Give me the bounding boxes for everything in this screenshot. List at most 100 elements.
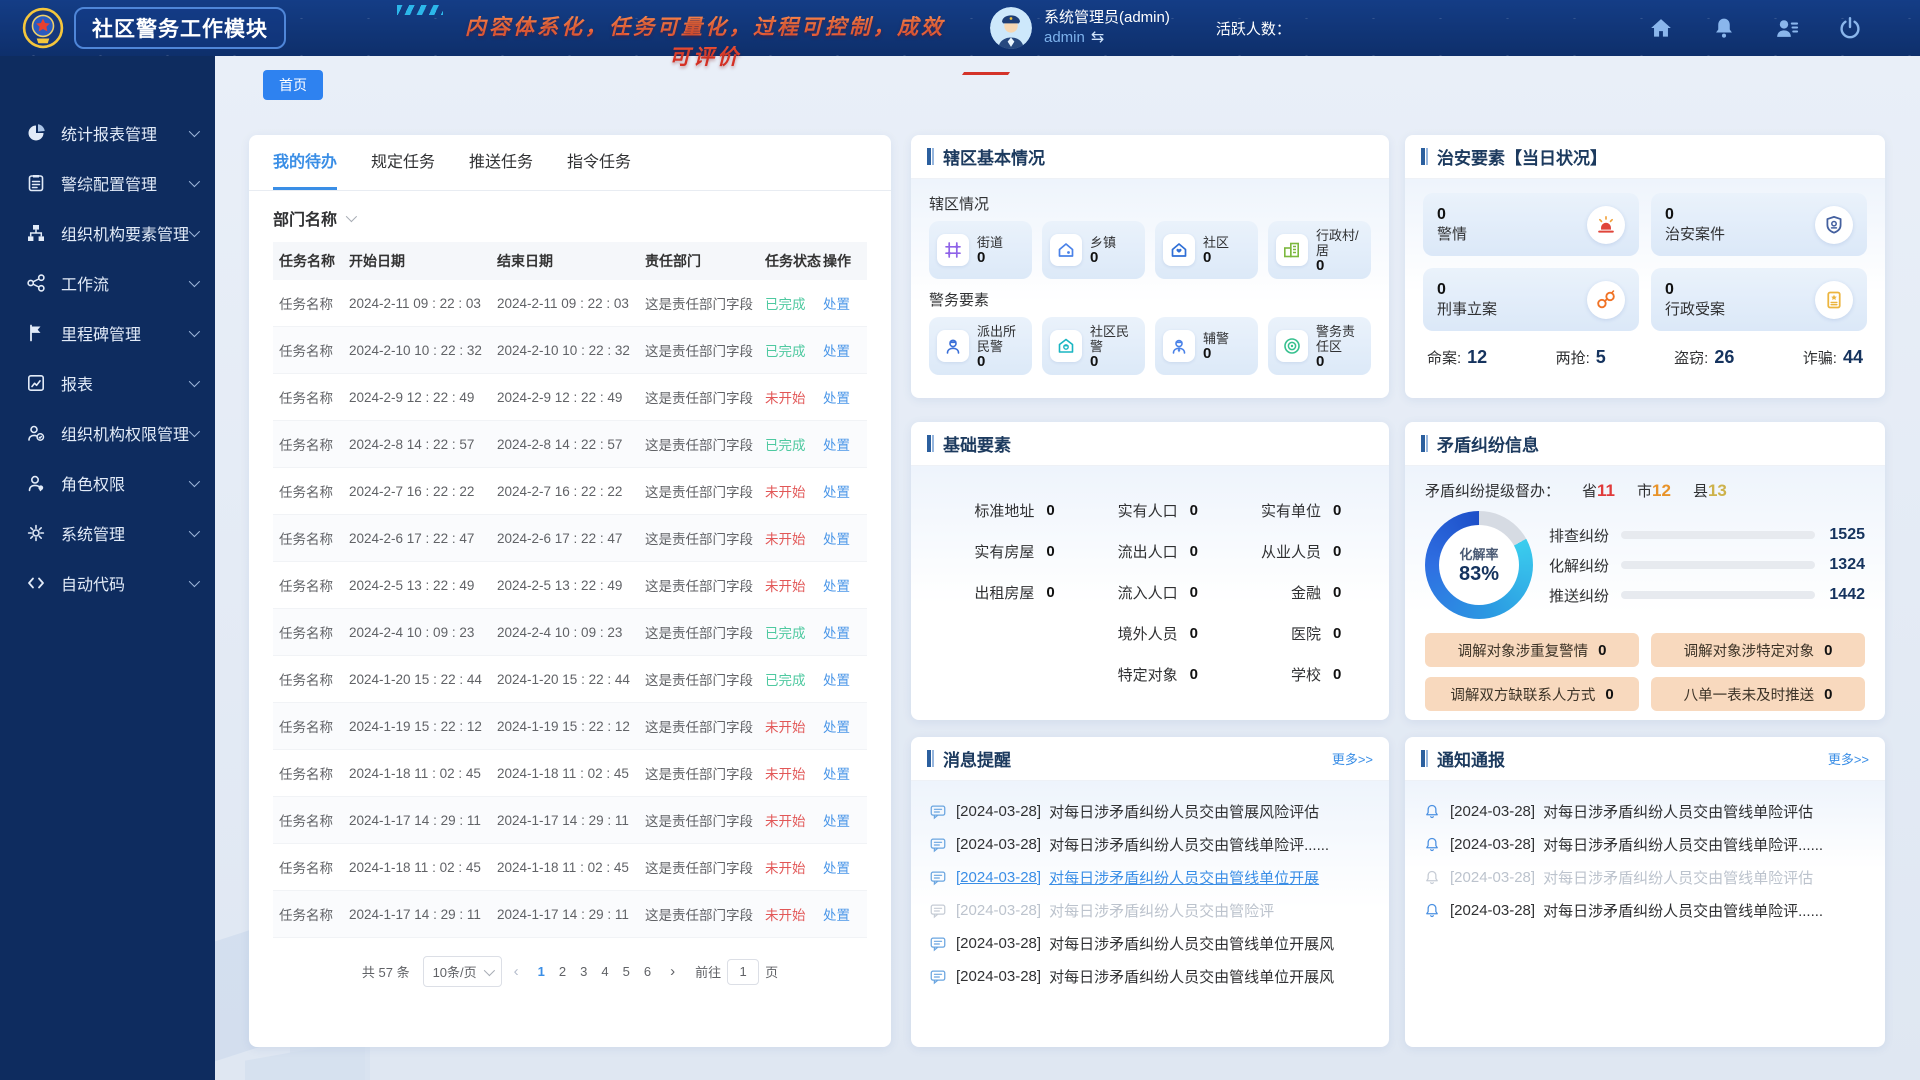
dispose-link[interactable]: 处置 xyxy=(823,763,867,783)
col-end-date: 结束日期 xyxy=(497,251,645,271)
page-number[interactable]: 2 xyxy=(552,961,573,982)
dispose-link[interactable]: 处置 xyxy=(823,481,867,501)
city-count: 12 xyxy=(1652,481,1671,500)
tile-value: 0 xyxy=(1090,353,1098,370)
notice-item[interactable]: [2024-03-28] 对每日涉矛盾纠纷人员交由管线单险评...... xyxy=(1423,828,1867,861)
code-icon xyxy=(26,573,46,593)
sidebar-item-report[interactable]: 报表 xyxy=(0,358,215,408)
users-icon[interactable] xyxy=(1775,16,1799,40)
dispose-link[interactable]: 处置 xyxy=(823,528,867,548)
page-number[interactable]: 1 xyxy=(531,961,552,982)
dispose-link[interactable]: 处置 xyxy=(823,857,867,877)
notice-item[interactable]: [2024-03-28] 对每日涉矛盾纠纷人员交由管线单险评估 xyxy=(1423,861,1867,894)
goto-page-input[interactable] xyxy=(727,959,759,985)
basic-element-row: 出租房屋0 xyxy=(935,572,1078,613)
panel-title: 基础要素 xyxy=(943,431,1011,456)
dispute-stat-button[interactable]: 调解对象涉特定对象 0 xyxy=(1651,633,1865,667)
dispute-stat-button[interactable]: 八单一表未及时推送 0 xyxy=(1651,677,1865,711)
sidebar-item-police-config[interactable]: 警综配置管理 xyxy=(0,158,215,208)
dispose-link[interactable]: 处置 xyxy=(823,387,867,407)
username[interactable]: admin xyxy=(1044,29,1085,46)
department-cell: 这是责任部门字段 xyxy=(645,387,765,407)
sidebar-item-label: 自动代码 xyxy=(61,571,125,595)
chevron-down-icon xyxy=(189,576,200,587)
message-item[interactable]: [2024-03-28] 对每日涉矛盾纠纷人员交由管线单位开展 xyxy=(929,861,1371,894)
home-icon[interactable] xyxy=(1649,16,1673,40)
message-date: [2024-03-28] xyxy=(956,902,1041,919)
user-role: 系统管理员(admin) xyxy=(1044,8,1170,28)
dispose-link[interactable]: 处置 xyxy=(823,904,867,924)
element-value: 0 xyxy=(1190,543,1204,560)
page-number[interactable]: 5 xyxy=(616,961,637,982)
notice-text: 对每日涉矛盾纠纷人员交由管线单险评估 xyxy=(1543,801,1813,822)
status-badge: 已完成 xyxy=(765,434,823,454)
bar-track xyxy=(1621,531,1815,539)
message-item[interactable]: [2024-03-28] 对每日涉矛盾纠纷人员交由管险评 xyxy=(929,894,1371,927)
end-date-cell: 2024-1-17 14 : 29 : 11 xyxy=(497,813,645,828)
notice-item[interactable]: [2024-03-28] 对每日涉矛盾纠纷人员交由管线单险评估 xyxy=(1423,795,1867,828)
stat-tile-criminal-cases: 0刑事立案 xyxy=(1423,268,1639,331)
app-logo: 社区警务工作模块 xyxy=(22,7,286,49)
prev-page-button[interactable]: ‹ xyxy=(509,963,524,980)
department-filter[interactable]: 部门名称 xyxy=(249,191,891,238)
sidebar-item-autocode[interactable]: 自动代码 xyxy=(0,558,215,608)
notice-text: 对每日涉矛盾纠纷人员交由管线单险评...... xyxy=(1543,834,1823,855)
sidebar-item-system[interactable]: 系统管理 xyxy=(0,508,215,558)
message-item[interactable]: [2024-03-28] 对每日涉矛盾纠纷人员交由管线单险评...... xyxy=(929,828,1371,861)
tab-pushed-tasks[interactable]: 推送任务 xyxy=(469,148,533,190)
sidebar-item-statistics[interactable]: 统计报表管理 xyxy=(0,108,215,158)
siren-icon xyxy=(1587,206,1625,244)
tile-label: 乡镇 xyxy=(1090,235,1116,250)
bell-icon[interactable] xyxy=(1712,16,1736,40)
start-date-cell: 2024-1-19 15 : 22 : 12 xyxy=(349,719,497,734)
comment-icon xyxy=(929,869,947,887)
tile-value: 0 xyxy=(1203,345,1211,362)
dispose-link[interactable]: 处置 xyxy=(823,669,867,689)
department-cell: 这是责任部门字段 xyxy=(645,481,765,501)
dispute-stat-button[interactable]: 调解双方缺联系人方式 0 xyxy=(1425,677,1639,711)
more-messages-link[interactable]: 更多>> xyxy=(1332,749,1373,768)
tab-regulated-tasks[interactable]: 规定任务 xyxy=(371,148,435,190)
dispose-link[interactable]: 处置 xyxy=(823,434,867,454)
end-date-cell: 2024-1-17 14 : 29 : 11 xyxy=(497,907,645,922)
tab-my-todo[interactable]: 我的待办 xyxy=(273,148,337,190)
more-notices-link[interactable]: 更多>> xyxy=(1828,749,1869,768)
title-marker xyxy=(1421,750,1428,767)
stat-tile-administrative-cases: 0行政受案 xyxy=(1651,268,1867,331)
gauge-percent: 83% xyxy=(1459,563,1499,586)
dispose-link[interactable]: 处置 xyxy=(823,293,867,313)
title-marker xyxy=(1421,148,1428,165)
dispute-stat-button[interactable]: 调解对象涉重复警情 0 xyxy=(1425,633,1639,667)
sidebar-item-org-elements[interactable]: 组织机构要素管理 xyxy=(0,208,215,258)
tab-home[interactable]: 首页 xyxy=(263,70,323,100)
notice-item[interactable]: [2024-03-28] 对每日涉矛盾纠纷人员交由管线单险评...... xyxy=(1423,894,1867,927)
page-size-select[interactable]: 10条/页 xyxy=(423,956,502,987)
department-cell: 这是责任部门字段 xyxy=(645,575,765,595)
department-cell: 这是责任部门字段 xyxy=(645,810,765,830)
message-item[interactable]: [2024-03-28] 对每日涉矛盾纠纷人员交由管线单位开展风 xyxy=(929,960,1371,993)
dispose-link[interactable]: 处置 xyxy=(823,810,867,830)
sidebar-item-workflow[interactable]: 工作流 xyxy=(0,258,215,308)
page-number[interactable]: 4 xyxy=(594,961,615,982)
sidebar-item-org-permission[interactable]: 组织机构权限管理 xyxy=(0,408,215,458)
table-row: 任务名称 2024-1-18 11 : 02 : 45 2024-1-18 11… xyxy=(273,844,867,891)
tab-directive-tasks[interactable]: 指令任务 xyxy=(567,148,631,190)
dispose-link[interactable]: 处置 xyxy=(823,340,867,360)
message-item[interactable]: [2024-03-28] 对每日涉矛盾纠纷人员交由管线单位开展风 xyxy=(929,927,1371,960)
sidebar-item-role-permission[interactable]: 角色权限 xyxy=(0,458,215,508)
power-icon[interactable] xyxy=(1838,16,1862,40)
bell-icon xyxy=(1423,902,1441,920)
dispose-link[interactable]: 处置 xyxy=(823,716,867,736)
stat-tile-auxiliary-police: 辅警0 xyxy=(1155,317,1258,375)
message-item[interactable]: [2024-03-28] 对每日涉矛盾纠纷人员交由管展风险评估 xyxy=(929,795,1371,828)
switch-user-icon[interactable]: ⇆ xyxy=(1091,29,1104,46)
sidebar-item-milestone[interactable]: 里程碑管理 xyxy=(0,308,215,358)
dispose-link[interactable]: 处置 xyxy=(823,575,867,595)
page-number[interactable]: 3 xyxy=(573,961,594,982)
bell-icon xyxy=(1423,869,1441,887)
comment-icon xyxy=(929,836,947,854)
next-page-button[interactable]: › xyxy=(665,963,680,980)
avatar[interactable] xyxy=(990,7,1032,49)
page-number[interactable]: 6 xyxy=(637,961,658,982)
dispose-link[interactable]: 处置 xyxy=(823,622,867,642)
